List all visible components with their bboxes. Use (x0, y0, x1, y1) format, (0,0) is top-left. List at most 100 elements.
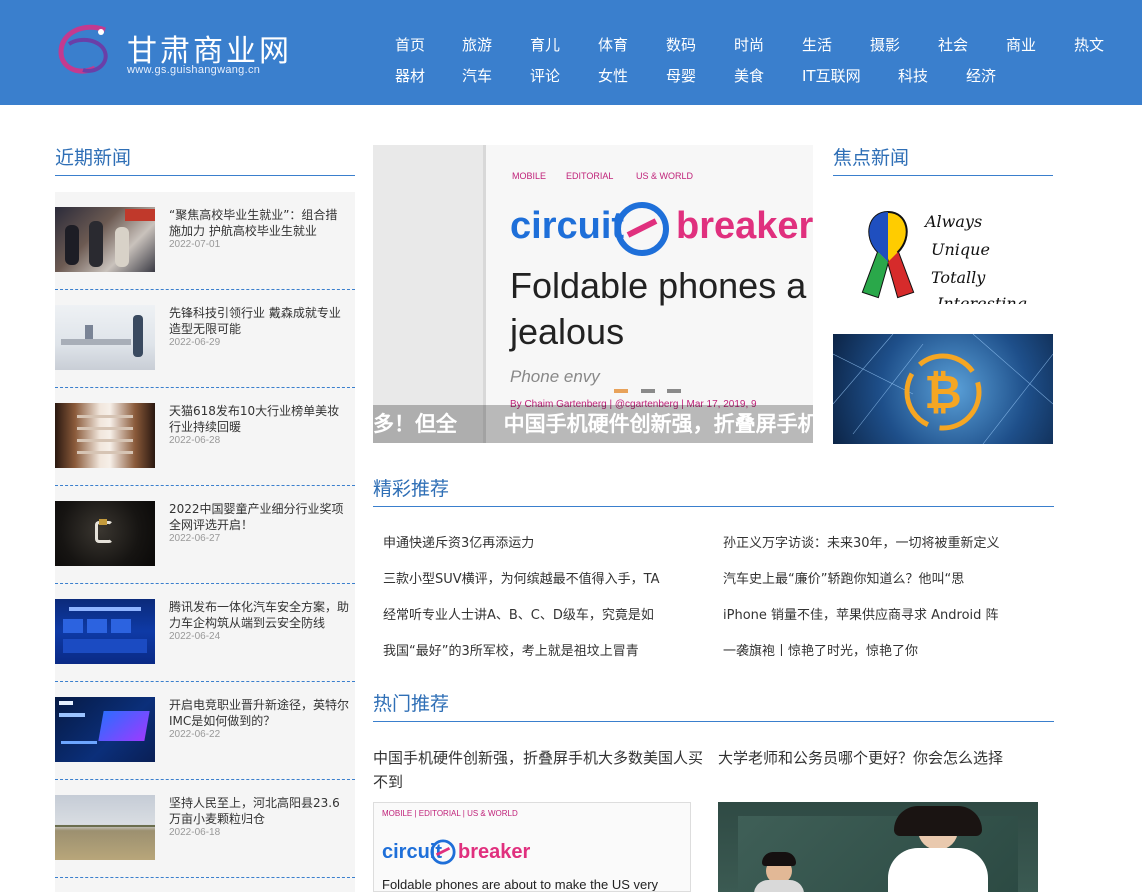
news-slider[interactable]: MOBILE EDITORIAL US & WORLD circuit brea… (373, 145, 813, 443)
hot-item-title[interactable]: 大学老师和公务员哪个更好？你会怎么选择 (718, 746, 1048, 770)
nav-item-review[interactable]: 评论 (530, 65, 560, 86)
focus-img-text-2: Unique (931, 240, 990, 259)
nav-item-women[interactable]: 女性 (598, 65, 628, 86)
nav-item-society[interactable]: 社会 (938, 34, 968, 55)
news-date: 2022-06-18 (169, 827, 221, 838)
slider-caption-prev: 多！但全 (373, 412, 457, 436)
nav-item-digital[interactable]: 数码 (666, 34, 696, 55)
news-title[interactable]: 腾讯发布一体化汽车安全方案，助力车企构筑从端到云安全防线 (169, 599, 349, 631)
list-item[interactable]: 坚持人民至上，河北高阳县23.6万亩小麦颗粒归仓 2022-06-18 (55, 780, 355, 878)
news-thumbnail[interactable] (55, 501, 155, 566)
slider-img-tag-world: US & WORLD (636, 171, 694, 181)
news-thumbnail[interactable] (55, 207, 155, 272)
list-item[interactable] (55, 878, 355, 892)
focus-news-image-2[interactable]: ₿ (833, 334, 1053, 444)
logo-url: www.gs.guishangwang.cn (127, 64, 261, 76)
hot-item-image-2[interactable] (718, 802, 1038, 892)
nav-item-maternity[interactable]: 母婴 (666, 65, 696, 86)
svg-text:₿: ₿ (924, 366, 962, 418)
slider-img-brand-circuit: circuit (510, 205, 625, 247)
nav-item-hot[interactable]: 热文 (1074, 34, 1104, 55)
slider-caption[interactable]: 多！但全 中国手机硬件创新强，折叠屏手机大多数美国人买不到 (373, 405, 813, 443)
recommend-link[interactable]: 我国“最好”的3所军校，考上就是祖坟上冒青 (383, 640, 703, 659)
circuit-breaker-logo-icon (430, 839, 456, 865)
recent-news-title: 近期新闻 (55, 147, 132, 169)
recommend-link[interactable]: 一袭旗袍丨惊艳了时光，惊艳了你 (723, 640, 1043, 659)
list-item[interactable]: 2022中国婴童产业细分行业奖项全网评选开启！ 2022-06-27 (55, 486, 355, 584)
nav-item-life[interactable]: 生活 (802, 34, 832, 55)
news-date: 2022-06-24 (169, 631, 221, 642)
nav-item-equipment[interactable]: 器材 (395, 65, 425, 86)
site-header: 甘肃商业网 www.gs.guishangwang.cn 首页 旅游 育儿 体育… (0, 0, 1142, 105)
recommend-link[interactable]: 经常听专业人士讲A、B、C、D级车，究竟是如 (383, 604, 703, 623)
nav-item-tech[interactable]: 科技 (898, 65, 928, 86)
recommend-link[interactable]: 三款小型SUV横评，为何缤越最不值得入手，TA (383, 568, 703, 587)
list-item[interactable]: 腾讯发布一体化汽车安全方案，助力车企构筑从端到云安全防线 2022-06-24 (55, 584, 355, 682)
hot-item-title[interactable]: 中国手机硬件创新强，折叠屏手机大多数美国人买不到 (373, 746, 703, 794)
nav-item-food[interactable]: 美食 (734, 65, 764, 86)
news-date: 2022-06-27 (169, 533, 221, 544)
list-item[interactable]: 先锋科技引领行业 戴森成就专业造型无限可能 2022-06-29 (55, 290, 355, 388)
news-title[interactable]: “聚焦高校毕业生就业”：组合措施加力 护航高校毕业生就业 (169, 207, 349, 239)
recommend-link[interactable]: 汽车史上最“廉价”轿跑你知道么？他叫“思 (723, 568, 1043, 587)
slider-img-headline-2: jealous (510, 311, 625, 352)
news-thumbnail[interactable] (55, 795, 155, 860)
focus-img-text-4: Interesting (937, 294, 1027, 304)
list-item[interactable]: “聚焦高校毕业生就业”：组合措施加力 护航高校毕业生就业 2022-07-01 (55, 192, 355, 290)
news-title[interactable]: 2022中国婴童产业细分行业奖项全网评选开启！ (169, 501, 349, 533)
slider-dot-3[interactable] (667, 389, 681, 393)
news-title[interactable]: 天猫618发布10大行业榜单美妆行业持续回暖 (169, 403, 349, 435)
news-title[interactable]: 开启电竞职业晋升新途径，英特尔IMC是如何做到的？ (169, 697, 349, 729)
hot-item-image-1[interactable]: MOBILE | EDITORIAL | US & WORLD circuit … (373, 802, 691, 892)
hot-img-headline: Foldable phones are about to make the US… (382, 877, 659, 892)
slider-img-brand-breaker: breaker (676, 205, 813, 247)
recommend-link[interactable]: 申通快递斥资3亿再添运力 (383, 532, 703, 551)
focus-img-text-1: Always (925, 212, 983, 231)
hot-title: 热门推荐 (373, 693, 450, 715)
nav-item-economy[interactable]: 经济 (966, 65, 996, 86)
nav-item-photography[interactable]: 摄影 (870, 34, 900, 55)
news-thumbnail[interactable] (55, 305, 155, 370)
news-title[interactable]: 先锋科技引领行业 戴森成就专业造型无限可能 (169, 305, 349, 337)
recommend-link[interactable]: 孙正义万字访谈：未来30年，一切将被重新定义 (723, 532, 1043, 551)
bitcoin-icon: ₿ (833, 334, 1053, 444)
news-date: 2022-06-22 (169, 729, 221, 740)
slider-dot-1[interactable] (614, 389, 628, 393)
circuit-breaker-logo-icon (615, 202, 669, 256)
focus-img-text-3: Totally (931, 268, 986, 287)
nav-item-home[interactable]: 首页 (395, 34, 425, 55)
puzzle-ribbon-icon (861, 210, 915, 299)
nav-item-sports[interactable]: 体育 (598, 34, 628, 55)
news-date: 2022-06-28 (169, 435, 221, 446)
focus-news-title: 焦点新闻 (833, 147, 910, 169)
slider-img-subhead: Phone envy (510, 367, 600, 386)
recommend-divider (373, 506, 1054, 507)
list-item[interactable]: 开启电竞职业晋升新途径，英特尔IMC是如何做到的？ 2022-06-22 (55, 682, 355, 780)
list-item[interactable]: 天猫618发布10大行业榜单美妆行业持续回暖 2022-06-28 (55, 388, 355, 486)
news-date: 2022-07-01 (169, 239, 221, 250)
site-logo[interactable]: 甘肃商业网 www.gs.guishangwang.cn (55, 22, 315, 82)
slider-caption-current: 中国手机硬件创新强，折叠屏手机大多数美国人买不到 (503, 412, 813, 436)
slider-image[interactable]: MOBILE EDITORIAL US & WORLD circuit brea… (483, 145, 813, 443)
slider-dot-2[interactable] (641, 389, 655, 393)
slider-img-tag-editorial: EDITORIAL (566, 171, 614, 181)
hot-img-tags: MOBILE | EDITORIAL | US & WORLD (382, 809, 518, 818)
focus-news-divider (833, 175, 1053, 176)
slider-img-headline-1: Foldable phones a (510, 265, 807, 306)
recommend-link[interactable]: iPhone 销量不佳，苹果供应商寻求 Android 阵 (723, 604, 1043, 623)
news-thumbnail[interactable] (55, 403, 155, 468)
hot-img-brand-breaker: breaker (458, 841, 531, 863)
recent-news-divider (55, 175, 355, 176)
focus-news-image-1[interactable]: Always Unique Totally Interesting (833, 196, 1053, 304)
news-thumbnail[interactable] (55, 599, 155, 664)
nav-item-parenting[interactable]: 育儿 (530, 34, 560, 55)
nav-item-travel[interactable]: 旅游 (462, 34, 492, 55)
news-thumbnail[interactable] (55, 697, 155, 762)
logo-swirl-icon (58, 24, 108, 74)
nav-item-it[interactable]: IT互联网 (802, 65, 861, 86)
nav-item-auto[interactable]: 汽车 (462, 65, 492, 86)
nav-item-business[interactable]: 商业 (1006, 34, 1036, 55)
nav-item-fashion[interactable]: 时尚 (734, 34, 764, 55)
slider-img-tag-mobile: MOBILE (512, 171, 547, 181)
news-title[interactable]: 坚持人民至上，河北高阳县23.6万亩小麦颗粒归仓 (169, 795, 349, 827)
